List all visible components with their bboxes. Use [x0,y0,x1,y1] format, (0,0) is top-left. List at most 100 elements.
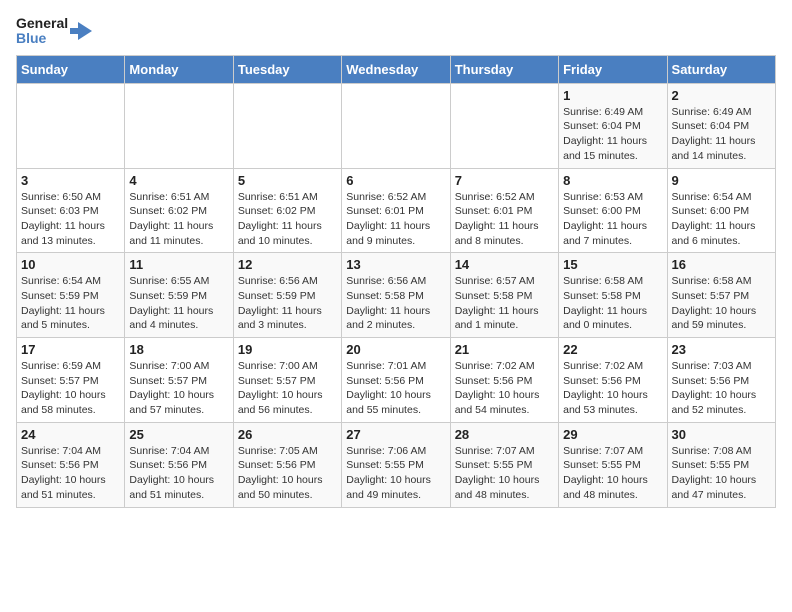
day-number: 25 [129,427,228,442]
day-number: 23 [672,342,771,357]
day-number: 7 [455,173,554,188]
day-info: Sunrise: 6:57 AMSunset: 5:58 PMDaylight:… [455,274,554,333]
logo: General Blue [16,16,92,47]
day-info: Sunrise: 6:56 AMSunset: 5:58 PMDaylight:… [346,274,445,333]
day-info: Sunrise: 7:08 AMSunset: 5:55 PMDaylight:… [672,444,771,503]
day-number: 30 [672,427,771,442]
day-info: Sunrise: 7:00 AMSunset: 5:57 PMDaylight:… [238,359,337,418]
day-number: 29 [563,427,662,442]
weekday-header-tuesday: Tuesday [233,55,341,83]
day-info: Sunrise: 7:07 AMSunset: 5:55 PMDaylight:… [563,444,662,503]
day-number: 5 [238,173,337,188]
calendar-cell: 24 Sunrise: 7:04 AMSunset: 5:56 PMDayligh… [17,422,125,507]
week-row-3: 10 Sunrise: 6:54 AMSunset: 5:59 PMDayligh… [17,253,776,338]
weekday-header-wednesday: Wednesday [342,55,450,83]
calendar-cell [342,83,450,168]
calendar-cell: 16 Sunrise: 6:58 AMSunset: 5:57 PMDayligh… [667,253,775,338]
calendar-cell: 22 Sunrise: 7:02 AMSunset: 5:56 PMDayligh… [559,338,667,423]
day-info: Sunrise: 7:02 AMSunset: 5:56 PMDaylight:… [455,359,554,418]
logo-general: General [16,16,68,31]
day-info: Sunrise: 7:02 AMSunset: 5:56 PMDaylight:… [563,359,662,418]
day-info: Sunrise: 6:52 AMSunset: 6:01 PMDaylight:… [346,190,445,249]
day-info: Sunrise: 6:51 AMSunset: 6:02 PMDaylight:… [238,190,337,249]
day-info: Sunrise: 6:56 AMSunset: 5:59 PMDaylight:… [238,274,337,333]
calendar-cell: 15 Sunrise: 6:58 AMSunset: 5:58 PMDayligh… [559,253,667,338]
day-info: Sunrise: 7:04 AMSunset: 5:56 PMDaylight:… [21,444,120,503]
day-number: 9 [672,173,771,188]
calendar-cell: 21 Sunrise: 7:02 AMSunset: 5:56 PMDayligh… [450,338,558,423]
day-number: 13 [346,257,445,272]
day-info: Sunrise: 7:06 AMSunset: 5:55 PMDaylight:… [346,444,445,503]
calendar-cell: 2 Sunrise: 6:49 AMSunset: 6:04 PMDaylight… [667,83,775,168]
day-number: 14 [455,257,554,272]
day-info: Sunrise: 7:00 AMSunset: 5:57 PMDaylight:… [129,359,228,418]
day-number: 2 [672,88,771,103]
day-number: 26 [238,427,337,442]
day-number: 11 [129,257,228,272]
day-info: Sunrise: 6:55 AMSunset: 5:59 PMDaylight:… [129,274,228,333]
day-number: 24 [21,427,120,442]
day-number: 3 [21,173,120,188]
day-info: Sunrise: 6:54 AMSunset: 6:00 PMDaylight:… [672,190,771,249]
day-info: Sunrise: 6:50 AMSunset: 6:03 PMDaylight:… [21,190,120,249]
day-number: 21 [455,342,554,357]
calendar-cell: 25 Sunrise: 7:04 AMSunset: 5:56 PMDayligh… [125,422,233,507]
calendar-cell: 23 Sunrise: 7:03 AMSunset: 5:56 PMDayligh… [667,338,775,423]
calendar-table: SundayMondayTuesdayWednesdayThursdayFrid… [16,55,776,508]
calendar-cell: 19 Sunrise: 7:00 AMSunset: 5:57 PMDayligh… [233,338,341,423]
calendar-cell: 14 Sunrise: 6:57 AMSunset: 5:58 PMDayligh… [450,253,558,338]
weekday-header-thursday: Thursday [450,55,558,83]
calendar-cell: 30 Sunrise: 7:08 AMSunset: 5:55 PMDayligh… [667,422,775,507]
day-number: 4 [129,173,228,188]
day-info: Sunrise: 6:49 AMSunset: 6:04 PMDaylight:… [672,105,771,164]
calendar-cell: 8 Sunrise: 6:53 AMSunset: 6:00 PMDaylight… [559,168,667,253]
calendar-cell: 28Sunrise: 7:07 AMSunset: 5:55 PMDayligh… [450,422,558,507]
calendar-cell: 20Sunrise: 7:01 AMSunset: 5:56 PMDayligh… [342,338,450,423]
day-number: 1 [563,88,662,103]
day-info: Sunrise: 6:54 AMSunset: 5:59 PMDaylight:… [21,274,120,333]
week-row-4: 17Sunrise: 6:59 AMSunset: 5:57 PMDayligh… [17,338,776,423]
day-number: 8 [563,173,662,188]
calendar-cell: 27 Sunrise: 7:06 AMSunset: 5:55 PMDayligh… [342,422,450,507]
day-number: 12 [238,257,337,272]
calendar-cell: 3 Sunrise: 6:50 AMSunset: 6:03 PMDaylight… [17,168,125,253]
calendar-cell: 9 Sunrise: 6:54 AMSunset: 6:00 PMDaylight… [667,168,775,253]
day-number: 27 [346,427,445,442]
logo-blue: Blue [16,31,68,46]
day-info: Sunrise: 7:04 AMSunset: 5:56 PMDaylight:… [129,444,228,503]
day-info: Sunrise: 6:52 AMSunset: 6:01 PMDaylight:… [455,190,554,249]
day-number: 10 [21,257,120,272]
day-number: 16 [672,257,771,272]
calendar-cell: 26 Sunrise: 7:05 AMSunset: 5:56 PMDayligh… [233,422,341,507]
calendar-cell: 11 Sunrise: 6:55 AMSunset: 5:59 PMDayligh… [125,253,233,338]
weekday-header-friday: Friday [559,55,667,83]
day-number: 19 [238,342,337,357]
calendar-cell [17,83,125,168]
weekday-header-saturday: Saturday [667,55,775,83]
calendar-cell [233,83,341,168]
calendar-cell [450,83,558,168]
calendar-cell: 18Sunrise: 7:00 AMSunset: 5:57 PMDayligh… [125,338,233,423]
week-row-5: 24 Sunrise: 7:04 AMSunset: 5:56 PMDayligh… [17,422,776,507]
week-row-1: 1 Sunrise: 6:49 AMSunset: 6:04 PMDaylight… [17,83,776,168]
day-number: 17 [21,342,120,357]
day-info: Sunrise: 6:49 AMSunset: 6:04 PMDaylight:… [563,105,662,164]
calendar-cell: 12 Sunrise: 6:56 AMSunset: 5:59 PMDayligh… [233,253,341,338]
weekday-header-row: SundayMondayTuesdayWednesdayThursdayFrid… [17,55,776,83]
day-number: 15 [563,257,662,272]
day-info: Sunrise: 7:05 AMSunset: 5:56 PMDaylight:… [238,444,337,503]
week-row-2: 3 Sunrise: 6:50 AMSunset: 6:03 PMDaylight… [17,168,776,253]
calendar-cell: 5 Sunrise: 6:51 AMSunset: 6:02 PMDaylight… [233,168,341,253]
day-number: 22 [563,342,662,357]
calendar-cell: 17Sunrise: 6:59 AMSunset: 5:57 PMDayligh… [17,338,125,423]
page-header: General Blue [16,16,776,47]
day-info: Sunrise: 7:03 AMSunset: 5:56 PMDaylight:… [672,359,771,418]
day-info: Sunrise: 6:58 AMSunset: 5:57 PMDaylight:… [672,274,771,333]
day-number: 20 [346,342,445,357]
calendar-cell: 10 Sunrise: 6:54 AMSunset: 5:59 PMDayligh… [17,253,125,338]
day-number: 6 [346,173,445,188]
day-info: Sunrise: 6:53 AMSunset: 6:00 PMDaylight:… [563,190,662,249]
day-info: Sunrise: 6:58 AMSunset: 5:58 PMDaylight:… [563,274,662,333]
calendar-cell: 13 Sunrise: 6:56 AMSunset: 5:58 PMDayligh… [342,253,450,338]
calendar-cell: 29 Sunrise: 7:07 AMSunset: 5:55 PMDayligh… [559,422,667,507]
